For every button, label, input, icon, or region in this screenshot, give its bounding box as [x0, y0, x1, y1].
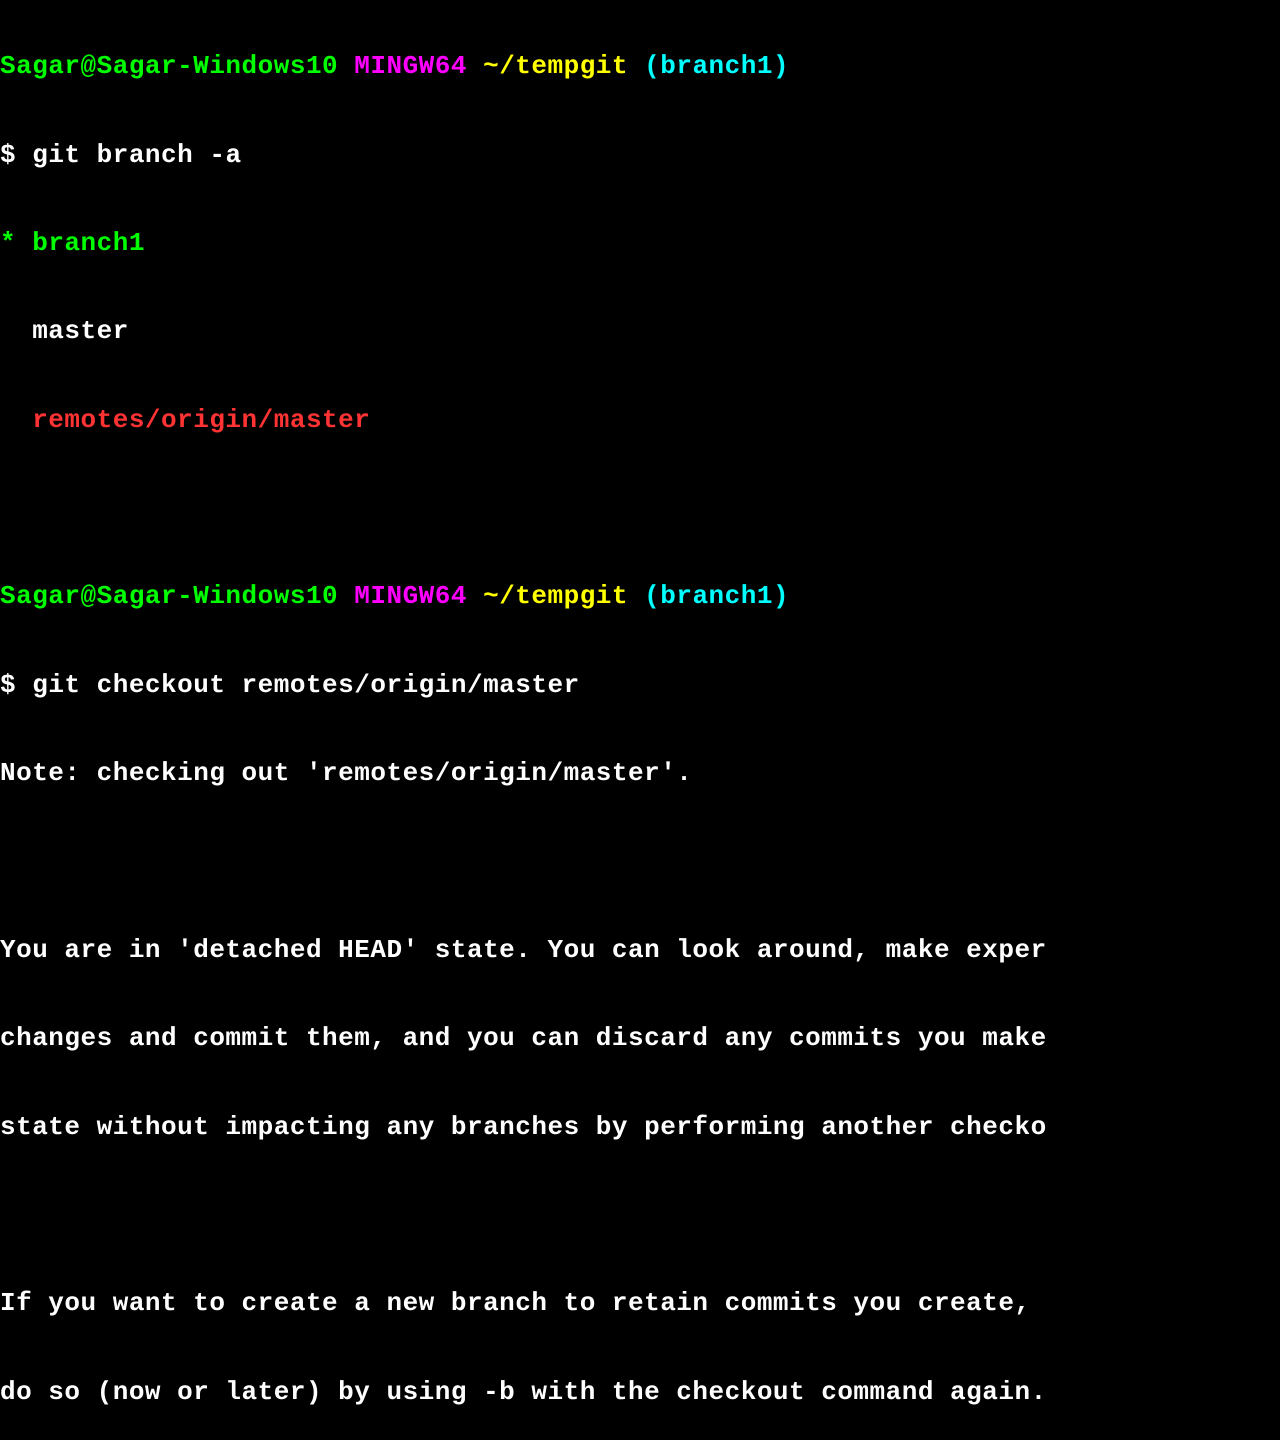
command-line-2: $ git checkout remotes/origin/master	[0, 663, 1280, 707]
env-label: MINGW64	[354, 51, 467, 81]
branch-master-line: master	[0, 309, 1280, 353]
command-text: git branch -a	[16, 140, 241, 170]
path: ~/tempgit	[483, 51, 628, 81]
current-marker: *	[0, 228, 16, 258]
prompt-line-2: Sagar@Sagar-Windows10 MINGW64 ~/tempgit …	[0, 574, 1280, 618]
blank-line	[0, 1193, 1280, 1237]
output-note: Note: checking out 'remotes/origin/maste…	[0, 751, 1280, 795]
terminal-window[interactable]: Sagar@Sagar-Windows10 MINGW64 ~/tempgit …	[0, 0, 1280, 1440]
branch-remote-line: remotes/origin/master	[0, 398, 1280, 442]
output-branch-1: If you want to create a new branch to re…	[0, 1281, 1280, 1325]
output-detached-3: state without impacting any branches by …	[0, 1105, 1280, 1149]
prompt-symbol: $	[0, 670, 16, 700]
blank-line	[0, 840, 1280, 884]
output-detached-2: changes and commit them, and you can dis…	[0, 1016, 1280, 1060]
prompt-symbol: $	[0, 140, 16, 170]
branch-indicator: (branch1)	[644, 51, 789, 81]
branch-current-line: * branch1	[0, 221, 1280, 265]
output-detached-1: You are in 'detached HEAD' state. You ca…	[0, 928, 1280, 972]
command-line-1: $ git branch -a	[0, 133, 1280, 177]
branch-indicator: (branch1)	[644, 581, 789, 611]
env-label: MINGW64	[354, 581, 467, 611]
blank-line	[0, 486, 1280, 530]
user-host: Sagar@Sagar-Windows10	[0, 51, 338, 81]
command-text: git checkout remotes/origin/master	[16, 670, 580, 700]
user-host: Sagar@Sagar-Windows10	[0, 581, 338, 611]
path: ~/tempgit	[483, 581, 628, 611]
output-branch-2: do so (now or later) by using -b with th…	[0, 1370, 1280, 1414]
current-branch: branch1	[16, 228, 145, 258]
prompt-line-1: Sagar@Sagar-Windows10 MINGW64 ~/tempgit …	[0, 44, 1280, 88]
